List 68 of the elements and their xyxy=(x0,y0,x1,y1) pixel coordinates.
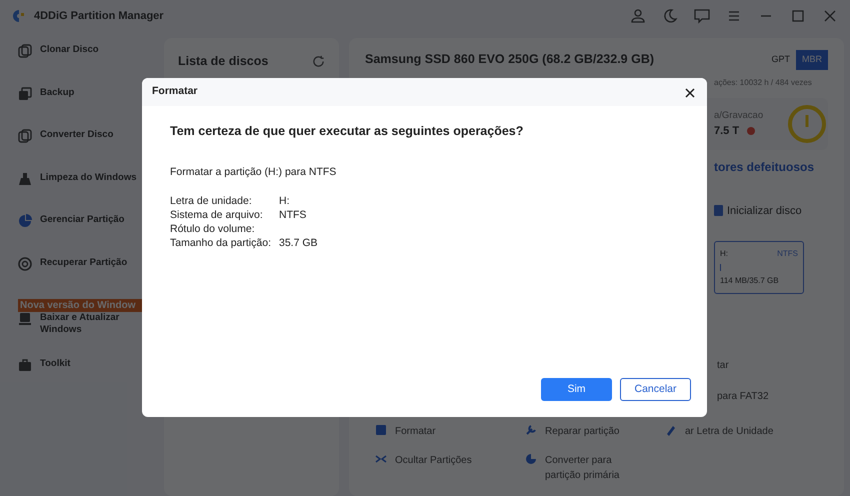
operation-label[interactable]: tar xyxy=(717,358,818,373)
copy-icon xyxy=(18,44,32,58)
partition-style-tab[interactable]: MBR xyxy=(796,50,828,70)
computer-icon xyxy=(18,312,32,326)
bad-sectors-link[interactable]: tores defeituosos xyxy=(714,160,814,174)
toolbox-icon xyxy=(18,358,32,372)
app-logo-icon xyxy=(12,9,26,23)
initialize-disk-button[interactable]: Inicializar disco xyxy=(727,202,802,219)
operation-label[interactable]: Ocultar Partições xyxy=(395,453,472,468)
confirm-button[interactable]: Sim xyxy=(541,378,612,401)
partition-letter: H: xyxy=(720,248,728,260)
sidebar-item[interactable]: Recuperar Partição xyxy=(18,256,160,299)
detail-label: Sistema de arquivo: xyxy=(170,208,264,222)
stat-value: 7.5 T xyxy=(714,124,740,139)
detail-label: Letra de unidade: xyxy=(170,194,253,208)
disk-title: Samsung SSD 860 EVO 250G (68.2 GB/232.9 GB) xyxy=(365,51,654,68)
operation-label[interactable]: Converter para partição primária xyxy=(545,453,645,483)
file-system-label: NTFS xyxy=(777,248,798,260)
dialog-title: Formatar xyxy=(152,84,198,100)
confirmation-question: Tem certeza de que quer executar as seguintes operações? xyxy=(170,123,524,140)
broom-icon xyxy=(18,172,32,186)
partition-style-tab[interactable]: GPT xyxy=(765,50,796,70)
sidebar-item-label: Clonar Disco xyxy=(40,44,99,56)
operation-label[interactable]: Reparar partição xyxy=(545,424,620,439)
detail-label: Rótulo do volume: xyxy=(170,222,256,236)
chat-icon[interactable] xyxy=(694,8,710,24)
copy-icon xyxy=(18,129,32,143)
app-title: 4DDiG Partition Manager xyxy=(34,8,164,24)
sidebar-item-label: Recuperar Partição xyxy=(40,256,128,269)
sidebar-item-label: Gerenciar Partição xyxy=(40,214,124,226)
user-icon[interactable] xyxy=(630,8,646,24)
sidebar-item-label: Backup xyxy=(40,86,74,99)
backup-icon xyxy=(18,86,32,100)
alert-dot-icon xyxy=(747,127,756,136)
operation-label[interactable]: para FAT32 xyxy=(717,389,818,404)
warning-circle-icon xyxy=(787,104,828,144)
sidebar-item-label: Baixar e Atualizar Windows xyxy=(40,312,120,337)
partition-card[interactable]: H: NTFS 114 MB/35.7 GB xyxy=(714,241,804,294)
operation-summary: Formatar a partição (H:) para NTFS xyxy=(170,164,338,180)
cancel-button[interactable]: Cancelar xyxy=(620,378,691,401)
moon-icon[interactable] xyxy=(662,8,678,24)
detail-value: H: xyxy=(279,194,290,208)
usage-text: 114 MB/35.7 GB xyxy=(720,275,780,287)
sidebar-item[interactable]: Converter Disco xyxy=(18,129,160,172)
pencil-icon xyxy=(665,424,677,436)
sidebar-item[interactable]: Baixar e Atualizar Windows xyxy=(18,312,160,358)
arrows-icon xyxy=(375,453,387,465)
sidebar-item[interactable]: Clonar Disco xyxy=(18,44,160,86)
operation-label[interactable]: Formatar xyxy=(395,424,436,439)
sidebar-item[interactable]: Limpeza do Windows xyxy=(18,172,160,214)
detail-label: Tamanho da partição: xyxy=(170,236,272,250)
panel-title: Lista de discos xyxy=(178,53,268,70)
pie-chart-icon xyxy=(18,214,32,228)
refresh-icon[interactable] xyxy=(312,54,325,68)
detail-value: 35.7 GB xyxy=(279,236,318,250)
detail-value: NTFS xyxy=(279,208,306,222)
drive-icon xyxy=(375,424,387,436)
sidebar-item-label: Toolkit xyxy=(40,358,70,370)
close-icon[interactable] xyxy=(822,8,838,24)
maximize-icon[interactable] xyxy=(790,8,806,24)
sidebar-item[interactable]: Gerenciar Partição xyxy=(18,214,160,256)
pie-chart-icon xyxy=(525,453,537,465)
sidebar-item[interactable]: Toolkit xyxy=(18,358,160,400)
wrench-icon xyxy=(525,424,537,436)
operation-label[interactable]: ar Letra de Unidade xyxy=(685,424,774,439)
sidebar-item-label: Converter Disco xyxy=(40,129,114,142)
sidebar-item-label: Limpeza do Windows xyxy=(40,172,136,184)
recover-icon xyxy=(18,256,32,270)
